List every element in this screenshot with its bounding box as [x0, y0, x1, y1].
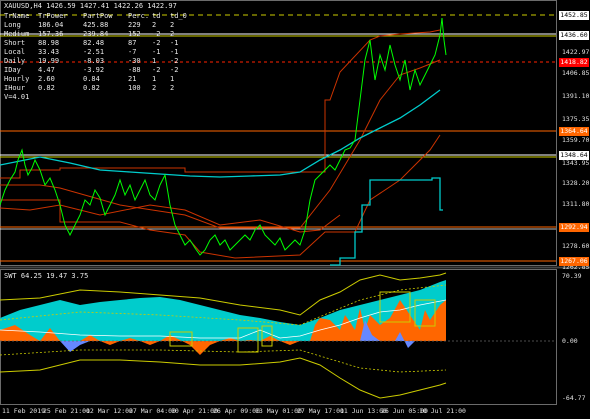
- info-table-cell: 2: [170, 84, 175, 92]
- info-table-row: Hourly 2.60 0.84 21 1 1: [4, 75, 204, 84]
- ma-slow: [0, 89, 441, 178]
- info-table-cell: 1: [170, 75, 175, 83]
- price-tags: 1452.85 1436.60 1418.82 1364.64 1348.64 1292.…: [557, 0, 590, 266]
- info-table-cell: 1: [152, 57, 157, 65]
- time-tick-label: 13 May 01:00: [255, 407, 302, 415]
- time-tick-label: 11 Jun 13:00: [340, 407, 387, 415]
- info-table-body: Long 186.04 425.88 229 2 2 Medium 157.36 239.84 1…: [4, 21, 204, 93]
- info-table-cell: 1: [152, 75, 157, 83]
- info-table-cell: 88.98: [38, 39, 60, 47]
- info-table-cell: Local: [4, 48, 26, 56]
- info-table-cell: -2: [152, 66, 161, 74]
- ind-lower-dotted: [0, 349, 447, 373]
- info-table-cell: 87: [128, 39, 137, 47]
- info-col-header: td: [152, 12, 161, 20]
- indicator-tick-label: 70.39: [562, 272, 582, 280]
- info-table-row: Short 88.98 82.48 87 -2 -1: [4, 39, 204, 48]
- info-table-cell: 2: [170, 21, 175, 29]
- price-level-tag: 1292.94: [559, 223, 589, 232]
- info-table-cell: 33.43: [38, 48, 60, 56]
- info-table-header: TrName TrPower PartPow Perc. td td_0: [4, 12, 204, 21]
- time-tick-label: 27 Mar 04:00: [129, 407, 176, 415]
- info-table-cell: -1: [170, 48, 179, 56]
- indicator-tick-label: -64.77: [562, 394, 586, 402]
- info-table-cell: 2.60: [38, 75, 55, 83]
- price-level-tag: 1436.60: [559, 31, 589, 40]
- info-table-cell: 4.47: [38, 66, 55, 74]
- info-table-cell: 21: [128, 75, 137, 83]
- time-tick-label: 11 Feb 2019: [2, 407, 46, 415]
- info-table-cell: 152: [128, 30, 141, 38]
- info-table-cell: 0.84: [83, 75, 100, 83]
- info-table: TrName TrPower PartPow Perc. td td_0 Long 186.…: [4, 12, 204, 102]
- info-table-cell: Medium: [4, 30, 30, 38]
- info-table-cell: -2: [170, 66, 179, 74]
- ma-step: [330, 177, 443, 266]
- info-table-cell: -2.51: [83, 48, 105, 56]
- info-table-cell: 2: [170, 30, 175, 38]
- info-table-cell: Hourly: [4, 75, 30, 83]
- info-col-header: Perc.: [128, 12, 150, 20]
- time-tick-label: 12 Mar 12:00: [86, 407, 133, 415]
- info-table-cell: 100: [128, 84, 141, 92]
- info-table-cell: 82.48: [83, 39, 105, 47]
- info-table-cell: 239.84: [83, 30, 109, 38]
- info-table-cell: 157.36: [38, 30, 64, 38]
- info-table-cell: 0.82: [38, 84, 55, 92]
- info-table-cell: Long: [4, 21, 21, 29]
- info-table-cell: 186.04: [38, 21, 64, 29]
- indicator-title: SWT 64.25 19.47 3.75: [4, 272, 89, 280]
- indicator-hist: [0, 280, 446, 355]
- info-col-header: TrPower: [38, 12, 68, 20]
- channel-lower: [0, 134, 441, 259]
- time-tick-label: 26 Apr 09:00: [213, 407, 260, 415]
- indicator-tick-label: 0.00: [562, 337, 578, 345]
- info-col-header: PartPow: [83, 12, 113, 20]
- price-level-tag: 1348.64: [559, 151, 589, 160]
- info-table-cell: -1: [170, 39, 179, 47]
- info-table-row: Long 186.04 425.88 229 2 2: [4, 21, 204, 30]
- time-tick-label: 10 Apr 21:00: [171, 407, 218, 415]
- price-level-tag: 1364.64: [559, 127, 589, 136]
- info-table-cell: 2: [152, 21, 157, 29]
- info-table-cell: IDay: [4, 66, 21, 74]
- time-tick-label: 25 Feb 21:00: [43, 407, 90, 415]
- time-axis[interactable]: 11 Feb 2019 25 Feb 21:00 12 Mar 12:00 27 Ma…: [0, 406, 556, 419]
- info-table-row: Medium 157.36 239.84 152 -2 2: [4, 30, 204, 39]
- info-col-header: TrName: [4, 12, 30, 20]
- indicator-axis[interactable]: 70.39 0.00 -64.77: [558, 269, 590, 405]
- info-table-cell: -30: [128, 57, 141, 65]
- price-level-tag: 1267.06: [559, 257, 589, 266]
- info-table-cell: -88: [128, 66, 141, 74]
- info-table-cell: -2: [170, 57, 179, 65]
- info-table-row: Daily 19.99 -8.03 -30 1 -2: [4, 57, 204, 66]
- info-table-row: IDay 4.47 -3.92 -88 -2 -2: [4, 66, 204, 75]
- symbol-header: XAUUSD,H4 1426.59 1427.41 1422.26 1422.9…: [4, 2, 177, 10]
- time-tick-label: 27 May 17:00: [297, 407, 344, 415]
- info-table-row: IHour 0.82 0.82 100 2 2: [4, 84, 204, 93]
- price-level-tag: 1418.82: [559, 58, 589, 67]
- info-table-cell: 19.99: [38, 57, 60, 65]
- info-table-cell: -2: [152, 30, 161, 38]
- info-table-cell: -2: [152, 39, 161, 47]
- version-label: V=4.01: [4, 93, 30, 101]
- info-table-cell: -7: [128, 48, 137, 56]
- time-tick-label: 10 Jul 21:00: [419, 407, 466, 415]
- info-table-cell: IHour: [4, 84, 26, 92]
- info-col-header: td_0: [170, 12, 187, 20]
- info-table-cell: -8.03: [83, 57, 105, 65]
- info-table-cell: Short: [4, 39, 26, 47]
- info-table-cell: 229: [128, 21, 141, 29]
- info-table-cell: -3.92: [83, 66, 105, 74]
- info-table-cell: 425.88: [83, 21, 109, 29]
- info-table-cell: 0.82: [83, 84, 100, 92]
- info-table-row: Local 33.43 -2.51 -7 -1 -1: [4, 48, 204, 57]
- info-table-cell: 2: [152, 84, 157, 92]
- ind-lower-band: [0, 357, 447, 399]
- ma-lines: [0, 89, 443, 266]
- info-table-cell: -1: [152, 48, 161, 56]
- info-table-cell: Daily: [4, 57, 26, 65]
- price-level-tag: 1452.85: [559, 11, 589, 20]
